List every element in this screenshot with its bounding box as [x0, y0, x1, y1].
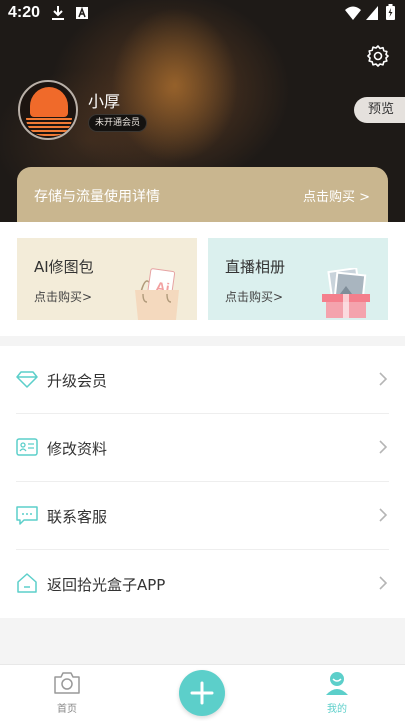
- photo-album-gift-icon: [322, 268, 370, 318]
- vip-status-badge: 未开通会员: [88, 114, 148, 132]
- storage-banner-title: 存储与流量使用详情: [34, 189, 160, 205]
- camera-icon: [54, 672, 80, 694]
- card-title: AI修图包: [34, 258, 94, 276]
- chevron-right-icon: [379, 508, 388, 522]
- menu-item-label: 修改资料: [47, 440, 108, 458]
- battery-icon: [386, 4, 395, 20]
- status-bar: 4:20: [0, 0, 405, 28]
- avatar[interactable]: [18, 80, 78, 140]
- chevron-right-icon: [379, 372, 388, 386]
- live-album-card[interactable]: 直播相册 点击购买>: [208, 238, 388, 320]
- plus-icon: [190, 681, 214, 705]
- tab-label: 我的: [327, 704, 347, 715]
- home-icon: [17, 573, 37, 593]
- add-button[interactable]: [179, 670, 225, 716]
- username: 小厚: [88, 92, 121, 111]
- menu-item-label: 联系客服: [47, 508, 108, 526]
- menu-item-edit-profile[interactable]: 修改资料: [0, 414, 405, 482]
- menu-item-back-to-app[interactable]: 返回拾光盒子APP: [0, 550, 405, 618]
- tab-home[interactable]: 首页: [37, 671, 97, 715]
- menu-item-upgrade-vip[interactable]: 升级会员: [0, 346, 405, 414]
- menu-item-contact-service[interactable]: 联系客服: [0, 482, 405, 550]
- storage-usage-banner[interactable]: 存储与流量使用详情 点击购买 >: [17, 167, 388, 222]
- card-subtitle: 点击购买>: [34, 290, 93, 304]
- settings-gear-icon[interactable]: [366, 44, 390, 68]
- notification-a-icon: [76, 7, 88, 19]
- ai-retouch-pack-card[interactable]: AI修图包 点击购买> Ai: [17, 238, 197, 320]
- ai-shopping-bag-icon: Ai: [135, 268, 179, 320]
- download-icon: [52, 6, 64, 20]
- card-subtitle: 点击购买>: [225, 290, 284, 304]
- storage-banner-action[interactable]: 点击购买 >: [303, 186, 370, 205]
- card-title: 直播相册: [225, 258, 286, 276]
- menu-item-label: 升级会员: [47, 372, 108, 390]
- chevron-right-icon: [379, 440, 388, 454]
- wifi-icon: [345, 6, 361, 20]
- tab-mine[interactable]: 我的: [307, 671, 367, 715]
- id-card-icon: [16, 438, 38, 456]
- tab-label: 首页: [57, 704, 77, 715]
- chevron-right-icon: [379, 576, 388, 590]
- menu-item-label: 返回拾光盒子APP: [47, 576, 166, 594]
- chat-icon: [16, 506, 38, 525]
- preview-button[interactable]: 预览: [354, 97, 405, 123]
- diamond-icon: [16, 371, 38, 388]
- status-time: 4:20: [8, 4, 41, 21]
- user-icon: [326, 672, 348, 695]
- menu-list: 升级会员 修改资料 联系客服 返回拾光盒子APP: [0, 346, 405, 618]
- profile-header: 4:20 小厚 未开通会员 存储与流量使用详情 点击购买 >: [0, 0, 405, 222]
- signal-icon: [366, 6, 378, 20]
